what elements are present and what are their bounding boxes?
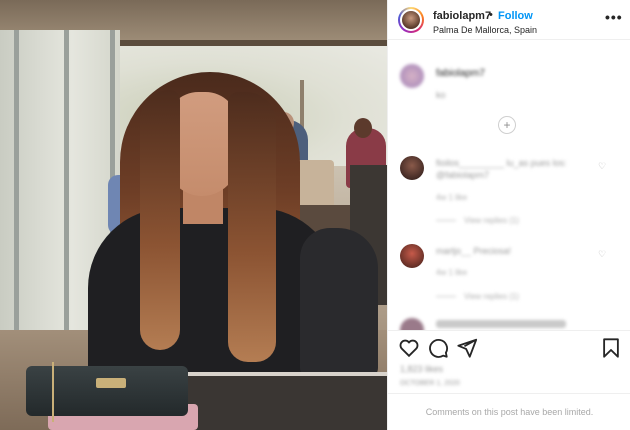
likes-count[interactable]: 1,823 likes [400,364,443,374]
comment-meta[interactable]: 4w 1 like [436,193,467,202]
heart-icon[interactable]: ♡ [598,249,606,260]
view-replies-label: View replies (1) [464,292,519,301]
view-replies-button[interactable]: View replies (1) [436,216,519,225]
ellipsis-icon[interactable]: ••• [605,9,623,25]
caption-text: ko [436,90,446,100]
avatar[interactable] [400,156,424,180]
post-username[interactable]: fabiolapm7 [433,10,491,22]
follow-separator: • [489,9,493,21]
comment-text-partial [436,320,566,328]
paper-plane-icon[interactable] [456,337,478,359]
heart-icon[interactable] [398,337,420,359]
view-replies-button[interactable]: View replies (1) [436,292,519,301]
post-location[interactable]: Palma De Mallorca, Spain [433,25,537,35]
photo-background-person-head [354,118,372,138]
photo-hair-strand [140,90,180,350]
follow-button[interactable]: Follow [498,10,533,22]
view-replies-label: View replies (1) [464,216,519,225]
avatar[interactable] [400,244,424,268]
avatar[interactable] [398,7,424,33]
comment-text: martjo__ Preciosa! [436,246,512,256]
comment-meta[interactable]: 4w 1 like [436,268,467,277]
photo-jacket-sleeve [300,228,378,378]
post-photo[interactable] [0,0,387,430]
plus-circle-icon[interactable]: + [498,116,516,134]
post-side-panel: fabiolapm7 • Follow Palma De Mallorca, S… [387,0,630,430]
photo-handbag-clasp [96,378,126,388]
post-actions: 1,823 likes OCTOBER 1, 2020 [388,330,630,400]
photo-handbag [26,366,188,416]
post-header: fabiolapm7 • Follow Palma De Mallorca, S… [388,0,630,40]
avatar[interactable] [400,64,424,88]
post-date: OCTOBER 1, 2020 [400,380,460,387]
comments-limited-bar: Comments on this post have been limited. [388,393,630,430]
caption-username[interactable]: fabiolapm7 [436,68,485,79]
comment-icon[interactable] [427,337,449,359]
comment-text: fioilos_________ lu_as pues los: @fabiol… [436,158,567,180]
heart-icon[interactable]: ♡ [598,161,606,172]
comments-limited-notice: Comments on this post have been limited. [425,407,594,417]
avatar-image [400,9,422,31]
bookmark-icon[interactable] [600,337,622,359]
photo-hair-strand [228,92,276,362]
comments-list[interactable]: fabiolapm7 ko + fioilos_________ lu_as p… [388,40,630,330]
avatar[interactable] [400,318,424,330]
photo-handbag-chain [52,362,54,422]
